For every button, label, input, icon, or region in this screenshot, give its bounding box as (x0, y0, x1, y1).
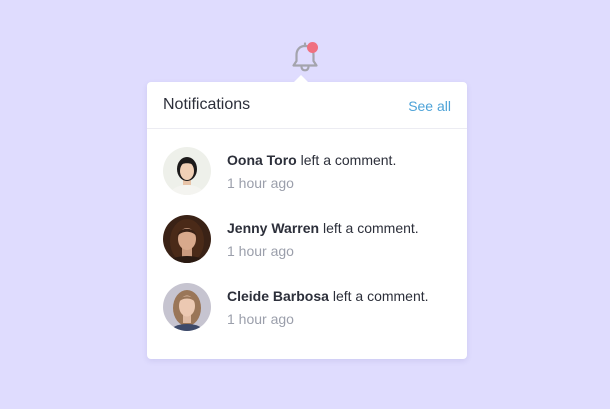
dropdown-header: Notifications See all (147, 82, 467, 129)
notification-time: 1 hour ago (227, 175, 294, 191)
avatar (163, 215, 211, 263)
see-all-link[interactable]: See all (408, 98, 451, 114)
notification-list: Oona Toro left a comment. 1 hour ago Jen… (147, 147, 467, 351)
notification-author: Oona Toro (227, 152, 297, 168)
avatar (163, 147, 211, 195)
notification-author: Jenny Warren (227, 220, 320, 236)
notification-action: left a comment. (319, 220, 419, 236)
notification-time: 1 hour ago (227, 243, 294, 259)
notifications-dropdown: Notifications See all Oona Toro left a c… (147, 75, 467, 359)
notification-author: Cleide Barbosa (227, 288, 329, 304)
notification-item[interactable]: Cleide Barbosa left a comment. 1 hour ag… (147, 283, 467, 351)
notification-item[interactable]: Jenny Warren left a comment. 1 hour ago (147, 215, 467, 283)
notification-item[interactable]: Oona Toro left a comment. 1 hour ago (147, 147, 467, 215)
notification-action: left a comment. (296, 152, 397, 168)
page: Notifications See all Oona Toro left a c… (0, 0, 610, 409)
notification-bell-button[interactable] (288, 41, 322, 73)
dropdown-title: Notifications (163, 96, 251, 113)
avatar (163, 283, 211, 331)
notification-time: 1 hour ago (227, 311, 294, 327)
notification-action: left a comment. (328, 288, 429, 304)
unread-badge (307, 42, 318, 53)
